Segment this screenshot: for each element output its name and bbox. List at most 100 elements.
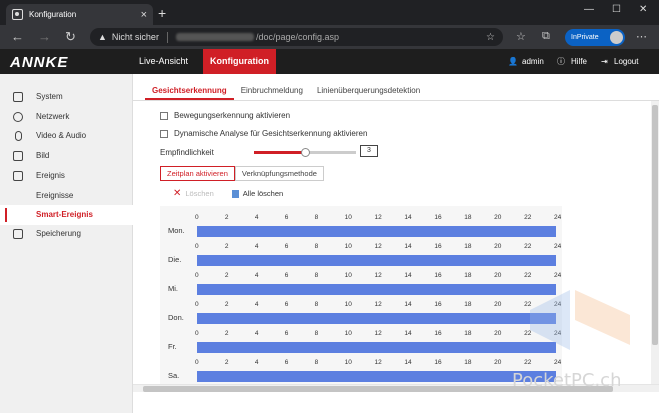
hour-tick-label: 4	[254, 214, 259, 221]
maximize-icon[interactable]: ☐	[612, 4, 621, 15]
subtab-bar: Zeitplan aktivieren Verknüpfungsmethode	[160, 166, 324, 181]
hour-tick-label: 24	[554, 243, 562, 250]
hour-tick-label: 0	[195, 272, 199, 279]
favorites-icon[interactable]: ☆	[516, 30, 526, 43]
hour-tick-label: 18	[464, 301, 472, 308]
day-label: Mon.	[168, 226, 185, 235]
hour-tick-label: 14	[404, 359, 412, 366]
dynamic-analysis-checkbox[interactable]: Dynamische Analyse für Gesichtserkennung…	[160, 129, 367, 138]
hour-tick-label: 8	[314, 330, 319, 337]
schedule-bar[interactable]	[197, 226, 556, 237]
enable-motion-checkbox[interactable]: Bewegungserkennung aktivieren	[160, 111, 290, 120]
schedule-bar[interactable]	[197, 255, 556, 266]
hour-tick-label: 18	[464, 272, 472, 279]
close-window-icon[interactable]: ✕	[639, 4, 647, 15]
logout-link[interactable]: Logout	[614, 49, 638, 74]
minimize-icon[interactable]: —	[584, 4, 594, 15]
sensitivity-value[interactable]: 3	[360, 145, 378, 157]
nav-live-view[interactable]: Live-Ansicht	[132, 49, 195, 74]
hour-tick-label: 14	[404, 243, 412, 250]
sidebar-item-label: Video & Audio	[36, 131, 87, 140]
day-label: Fr.	[168, 342, 177, 351]
tab-schedule[interactable]: Zeitplan aktivieren	[160, 166, 235, 181]
hour-tick-label: 20	[494, 301, 502, 308]
reload-icon[interactable]: ↻	[65, 29, 76, 45]
hour-tick-label: 10	[344, 214, 352, 221]
schedule-actions: ✕ Löschen Alle löschen	[173, 188, 301, 199]
schedule-bar[interactable]	[197, 371, 556, 382]
inprivate-label: InPrivate	[571, 34, 599, 41]
schedule-bar[interactable]	[197, 313, 556, 324]
hour-tick-label: 2	[224, 301, 229, 308]
help-icon: ⓘ	[557, 57, 565, 66]
sidebar-item-events[interactable]: Ereignisse	[0, 186, 133, 206]
hour-tick-label: 16	[434, 272, 442, 279]
user-icon: 👤	[508, 57, 518, 66]
image-icon	[13, 151, 23, 161]
hour-tick-label: 10	[344, 330, 352, 337]
schedule-bar[interactable]	[197, 284, 556, 295]
hour-tick-label: 20	[494, 243, 502, 250]
tab-line-crossing[interactable]: Linienüberquerungsdetektion	[310, 82, 427, 100]
hour-tick-label: 16	[434, 243, 442, 250]
schedule-bar[interactable]	[197, 342, 556, 353]
storage-icon	[13, 229, 23, 239]
hour-tick-label: 16	[434, 330, 442, 337]
hour-tick-label: 8	[314, 243, 319, 250]
user-name[interactable]: admin	[522, 49, 544, 74]
tab-intrusion-detection[interactable]: Einbruchmeldung	[234, 82, 310, 100]
tab-face-detection[interactable]: Gesichtserkennung	[145, 82, 234, 100]
vertical-scrollbar[interactable]	[651, 101, 659, 384]
hour-tick-label: 2	[224, 243, 229, 250]
hour-tick-label: 6	[284, 330, 289, 337]
sidebar-item-label: Smart-Ereignis	[36, 210, 93, 219]
checkbox-box[interactable]	[160, 129, 168, 138]
sensitivity-slider[interactable]	[254, 148, 356, 157]
forward-icon[interactable]: →	[38, 29, 51, 44]
hour-tick-label: 8	[314, 359, 319, 366]
nav-configuration[interactable]: Konfiguration	[203, 49, 276, 74]
url-path: /doc/page/config.asp	[255, 32, 339, 42]
hour-tick-label: 22	[524, 243, 532, 250]
hour-tick-label: 16	[434, 301, 442, 308]
sidebar-item-image[interactable]: Bild	[0, 146, 133, 166]
sidebar-item-storage[interactable]: Speicherung	[0, 224, 133, 244]
hour-tick-label: 2	[224, 214, 229, 221]
delete-button[interactable]: ✕ Löschen	[173, 188, 214, 199]
sidebar-item-event[interactable]: Ereignis	[0, 166, 133, 186]
sidebar-item-video-audio[interactable]: Video & Audio	[0, 126, 133, 146]
browser-toolbar: ← → ↻ ▲ Nicht sicher /doc/page/config.as…	[0, 25, 659, 49]
delete-label: Löschen	[185, 189, 214, 198]
tab-linkage[interactable]: Verknüpfungsmethode	[234, 166, 324, 181]
favorite-star-icon[interactable]: ☆	[486, 32, 495, 43]
sidebar-item-smart-event[interactable]: Smart-Ereignis	[0, 205, 133, 225]
delete-all-button[interactable]: Alle löschen	[231, 189, 283, 198]
hour-tick-label: 0	[195, 214, 199, 221]
separator	[166, 31, 168, 43]
hour-tick-label: 18	[464, 214, 472, 221]
scroll-thumb[interactable]	[652, 105, 658, 345]
hour-tick-label: 18	[464, 330, 472, 337]
checkbox-box[interactable]	[160, 111, 168, 120]
new-tab-icon[interactable]: +	[158, 5, 166, 21]
slider-thumb[interactable]	[301, 148, 310, 157]
collections-icon[interactable]: ⧉	[542, 30, 550, 43]
sidebar-item-network[interactable]: Netzwerk	[0, 107, 133, 127]
close-tab-icon[interactable]: ×	[141, 9, 147, 21]
more-icon[interactable]: ⋯	[636, 30, 647, 43]
hour-tick-label: 10	[344, 243, 352, 250]
tab-divider	[133, 100, 659, 101]
hour-tick-label: 6	[284, 272, 289, 279]
back-icon[interactable]: ←	[11, 29, 24, 44]
hour-tick-label: 0	[195, 330, 199, 337]
tab-bar: Gesichtserkennung Einbruchmeldung Linien…	[145, 82, 427, 100]
hour-tick-label: 12	[374, 243, 382, 250]
app-header: ANNKE Live-Ansicht Konfiguration 👤 admin…	[0, 49, 659, 74]
hour-tick-label: 12	[374, 301, 382, 308]
inprivate-badge[interactable]: InPrivate	[565, 29, 625, 46]
sidebar-item-system[interactable]: System	[0, 87, 133, 107]
address-bar[interactable]: ▲ Nicht sicher /doc/page/config.asp ☆	[90, 28, 503, 46]
browser-tab[interactable]: Konfiguration ×	[6, 4, 153, 25]
help-link[interactable]: Hilfe	[571, 49, 587, 74]
hour-tick-label: 0	[195, 243, 199, 250]
